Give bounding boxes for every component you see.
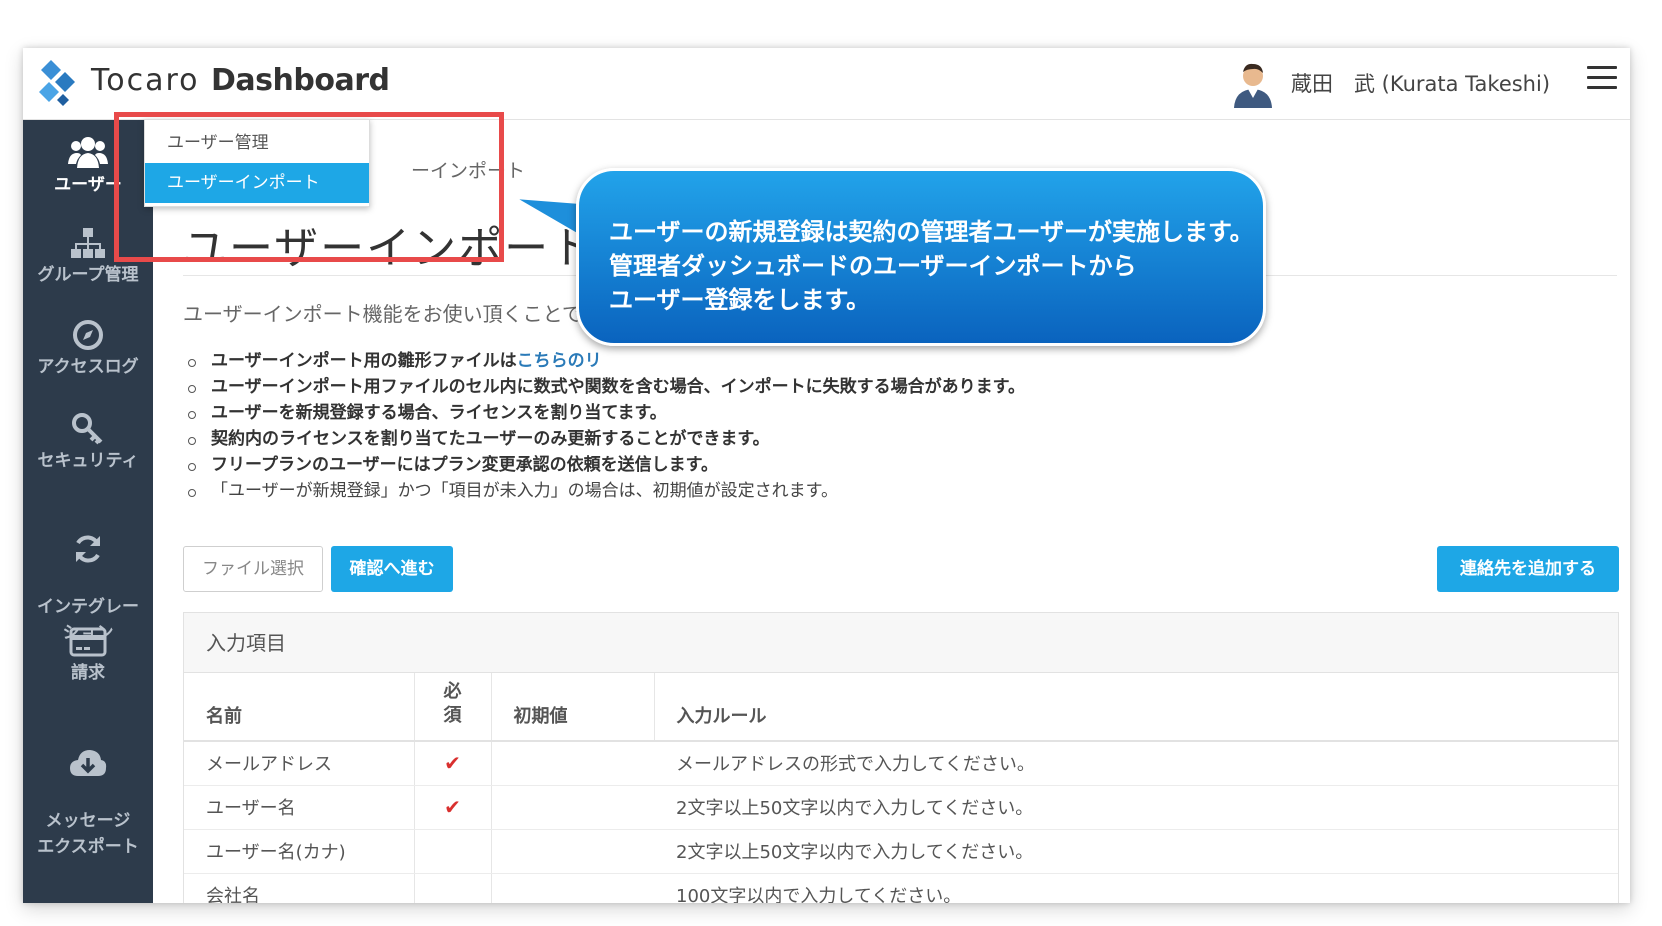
callout-line: 管理者ダッシュボードのユーザーインポートから (609, 252, 1137, 280)
sidebar-item-label: 請求 (71, 663, 105, 683)
user-name[interactable]: 蔵田 武 (Kurata Takeshi) (1291, 68, 1550, 98)
template-download-link[interactable]: こちらのリ (517, 351, 602, 371)
field-name: メールアドレス (184, 741, 414, 786)
sidebar-item-users[interactable]: ユーザー (23, 134, 153, 198)
field-name: ユーザー名(カナ) (184, 829, 414, 874)
input-rule: 100文字以内で入力してください。 (654, 873, 1618, 903)
input-fields-table: 名前 必須 初期値 入力ルール メールアドレス ✔ メールアドレスの形式で入力し… (184, 673, 1618, 903)
callout-line: ユーザーの新規登録は契約の管理者ユーザーが実施します。 (609, 218, 1254, 246)
sidebar: ユーザー グループ管理 アクセスログ セキュリティ インテグレー ション 請求 … (23, 120, 153, 903)
sidebar-item-label: ユーザー (54, 175, 122, 195)
input-rule: 2文字以上50文字以内で入力してください。 (654, 785, 1618, 830)
key-icon (72, 413, 103, 445)
sidebar-item-label: アクセスログ (37, 357, 139, 377)
sidebar-item-billing[interactable]: 請求 (23, 626, 153, 686)
sidebar-item-label: グループ管理 (37, 265, 139, 285)
users-icon (68, 137, 108, 168)
notes-list: ユーザーインポート用の雛形ファイルはこちらのリ ユーザーインポート用ファイルのセ… (183, 348, 1025, 504)
refresh-icon (76, 535, 100, 563)
column-header-default: 初期値 (491, 673, 655, 742)
default-value (491, 873, 654, 903)
checkmark-icon: ✔ (444, 795, 461, 819)
brand-suffix: Dashboard (211, 63, 390, 98)
list-item: ユーザーインポート用の雛形ファイルはこちらのリ (183, 348, 1025, 374)
breadcrumb[interactable]: ーインポート (411, 156, 525, 183)
tocaro-logo-icon (39, 60, 75, 106)
add-contact-button[interactable]: 連絡先を追加する (1437, 546, 1619, 592)
compass-icon (73, 320, 103, 350)
required-cell: ✔ (413, 785, 492, 830)
list-item: 契約内のライセンスを割り当てたユーザーのみ更新することができます。 (183, 426, 1025, 452)
field-name: ユーザー名 (184, 785, 414, 830)
menu-item-user-import[interactable]: ユーザーインポート (145, 163, 369, 203)
default-value (491, 829, 654, 874)
required-cell: ✔ (413, 741, 492, 786)
app-window: Tocaro Dashboard 蔵田 武 (Kurata Takeshi) ユ… (23, 48, 1630, 903)
column-header-required: 必須 (413, 673, 492, 742)
cloud-download-icon (70, 750, 107, 776)
list-item: ユーザーを新規登録する場合、ライセンスを割り当てます。 (183, 400, 1025, 426)
default-value (491, 741, 654, 786)
input-fields-panel: 入力項目 名前 必須 初期値 入力ルール メールアドレス ✔ メールアドレスの形… (183, 612, 1619, 903)
user-submenu: ユーザー管理 ユーザーインポート (144, 119, 370, 207)
confirm-button[interactable]: 確認へ進む (331, 546, 453, 592)
hamburger-menu-icon[interactable] (1587, 66, 1617, 92)
menu-item-user-management[interactable]: ユーザー管理 (145, 123, 369, 163)
callout-balloon: ユーザーの新規登録は契約の管理者ユーザーが実施します。 管理者ダッシュボードのユ… (576, 168, 1266, 346)
required-cell (413, 873, 492, 903)
brand-name: Tocaro (91, 63, 200, 98)
avatar[interactable] (1231, 60, 1275, 108)
sidebar-item-message-export[interactable]: メッセージ エクスポート (23, 720, 153, 860)
column-header-rule: 入力ルール (654, 673, 1618, 742)
field-name: 会社名 (184, 873, 414, 903)
list-item: ユーザーインポート用ファイルのセル内に数式や関数を含む場合、インポートに失敗する… (183, 374, 1025, 400)
table-row: ユーザー名(カナ) 2文字以上50文字以内で入力してください。 (184, 829, 1618, 874)
credit-card-icon (69, 627, 107, 657)
list-item: 「ユーザーが新規登録」かつ「項目が未入力」の場合は、初期値が設定されます。 (183, 478, 1025, 504)
sidebar-item-label: メッセージ エクスポート (37, 811, 139, 857)
input-rule: 2文字以上50文字以内で入力してください。 (654, 829, 1618, 874)
sitemap-icon (71, 228, 105, 258)
required-cell (413, 829, 492, 874)
file-select-button[interactable]: ファイル選択 (183, 546, 323, 592)
sidebar-item-access-log[interactable]: アクセスログ (23, 318, 153, 380)
list-item: フリープランのユーザーにはプラン変更承認の依頼を送信します。 (183, 452, 1025, 478)
callout-line: ユーザー登録をします。 (609, 286, 871, 314)
sidebar-item-integration[interactable]: インテグレー ション (23, 506, 153, 646)
table-row: ユーザー名 ✔ 2文字以上50文字以内で入力してください。 (184, 785, 1618, 830)
sidebar-item-groups[interactable]: グループ管理 (23, 226, 153, 288)
sidebar-item-label: セキュリティ (37, 451, 139, 471)
intro-text: ユーザーインポート機能をお使い頂くことで (183, 302, 582, 326)
input-rule: メールアドレスの形式で入力してください。 (654, 741, 1618, 786)
checkmark-icon: ✔ (444, 751, 461, 776)
table-row: 会社名 100文字以内で入力してください。 (184, 873, 1618, 903)
default-value (491, 785, 654, 830)
table-row: メールアドレス ✔ メールアドレスの形式で入力してください。 (184, 741, 1618, 786)
panel-title: 入力項目 (184, 613, 1618, 673)
top-bar: Tocaro Dashboard 蔵田 武 (Kurata Takeshi) (23, 48, 1630, 120)
column-header-name: 名前 (184, 673, 414, 742)
sidebar-item-security[interactable]: セキュリティ (23, 412, 153, 474)
